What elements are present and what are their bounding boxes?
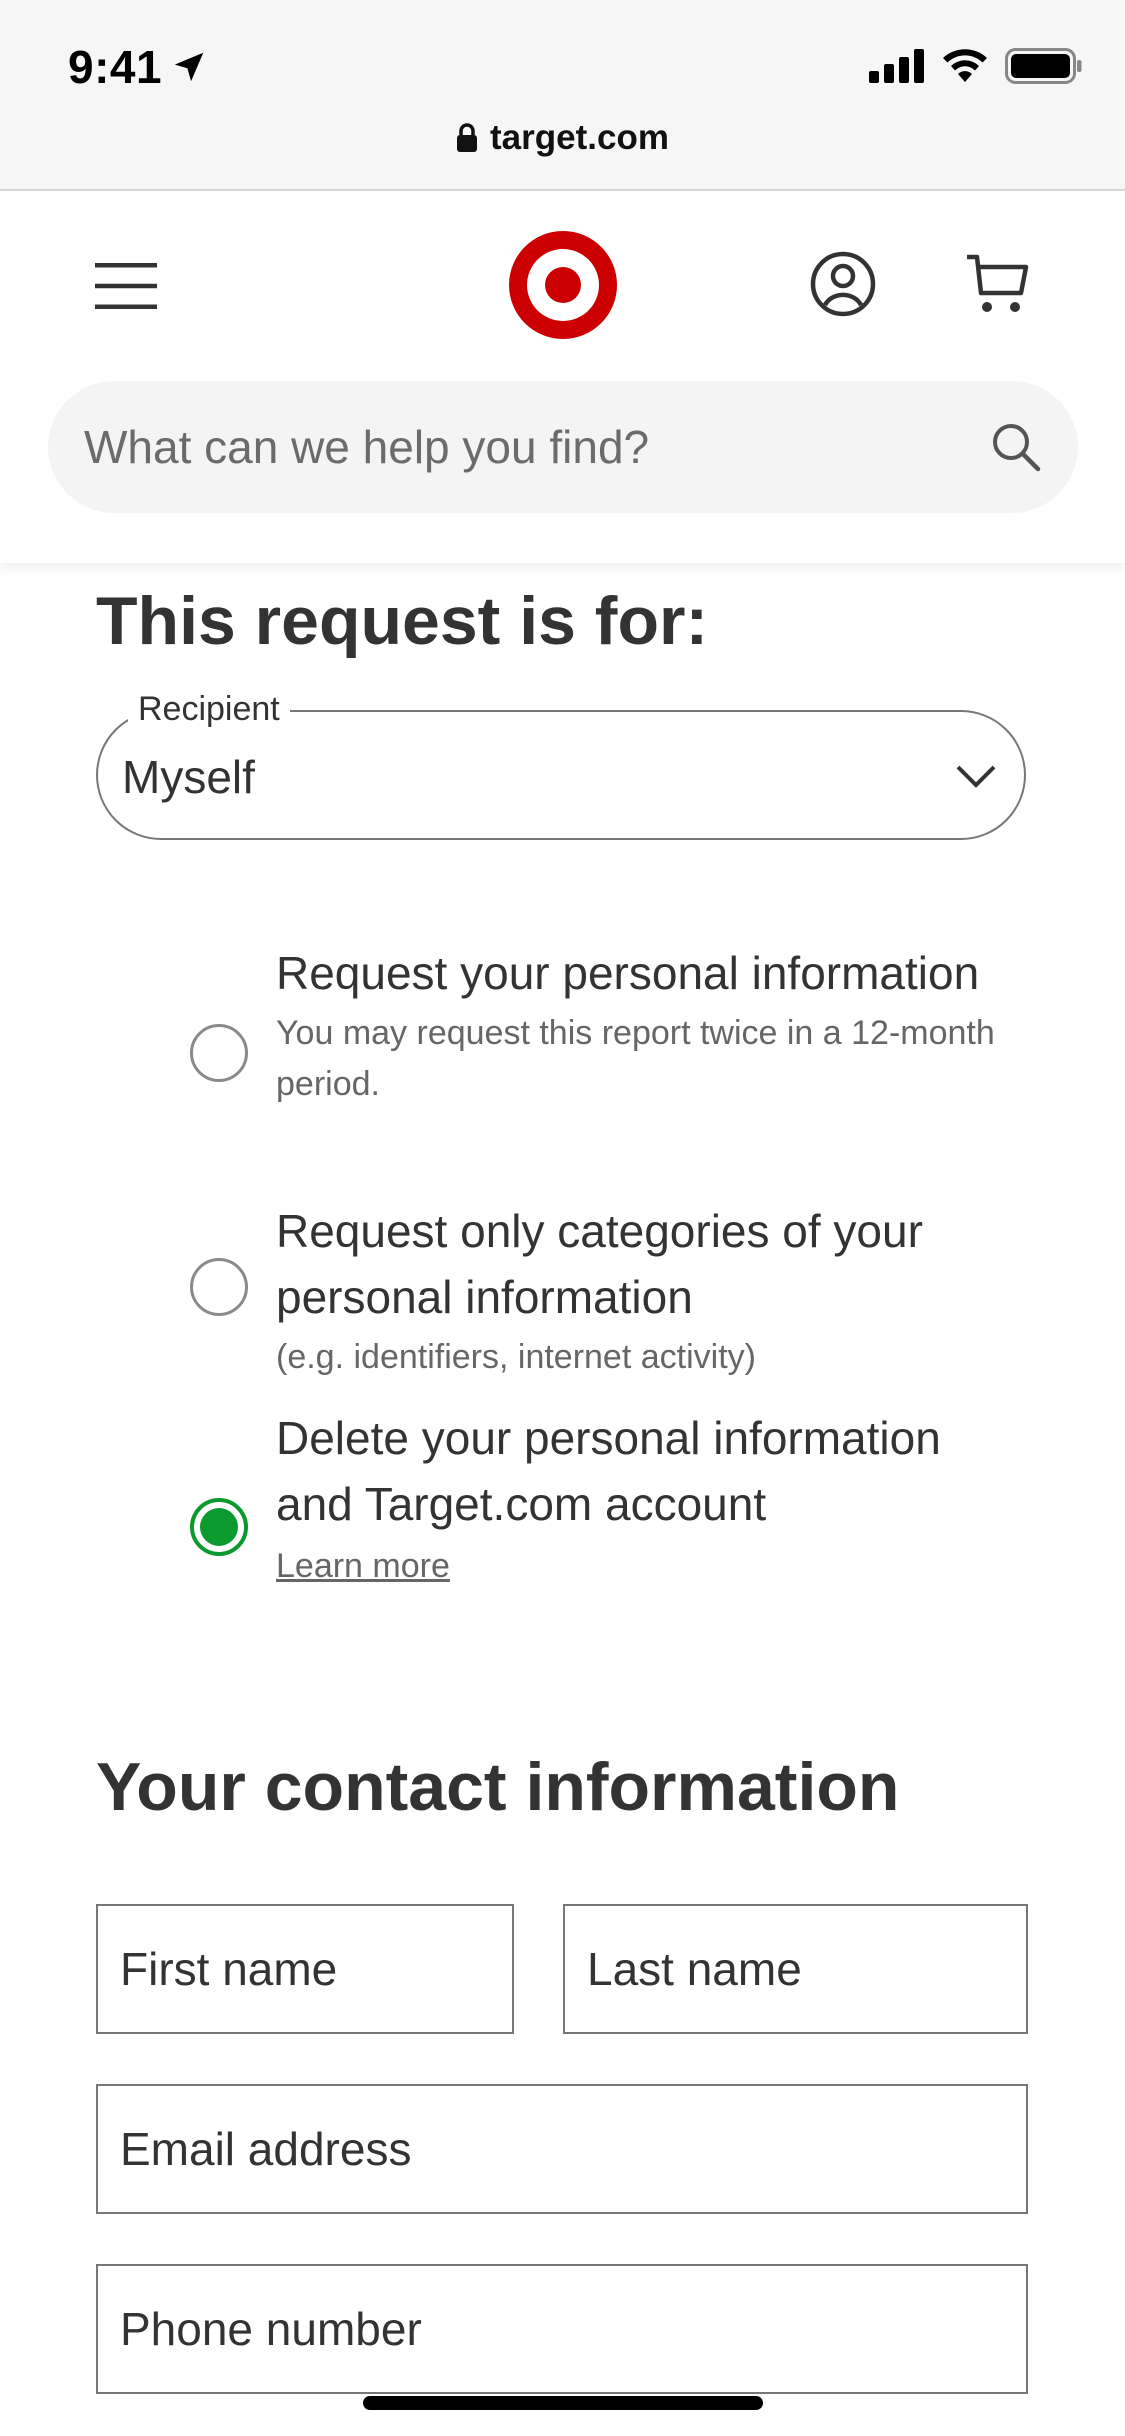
last-name-input[interactable] xyxy=(587,1906,1004,2032)
page-title: This request is for: xyxy=(96,583,709,659)
status-icons xyxy=(869,48,1083,84)
radio-option-title: Request your personal information xyxy=(276,947,980,999)
search-bar xyxy=(48,381,1078,513)
radio-option-title: Delete your personal information and Tar… xyxy=(276,1412,941,1530)
phone-field[interactable] xyxy=(96,2264,1028,2394)
first-name-input[interactable] xyxy=(120,1906,490,2032)
contact-section-title: Your contact information xyxy=(96,1749,900,1825)
recipient-label: Recipient xyxy=(128,690,290,729)
url-text: target.com xyxy=(490,118,669,157)
browser-top-bar: 9:41 target.com xyxy=(0,0,1125,191)
chevron-down-icon xyxy=(956,765,996,788)
battery-icon xyxy=(1005,48,1082,84)
lock-icon xyxy=(457,123,478,152)
radio-button[interactable] xyxy=(190,1258,248,1316)
email-field[interactable] xyxy=(96,2084,1028,2214)
site-header xyxy=(0,191,1125,563)
wifi-icon xyxy=(943,49,987,82)
radio-option-text: Delete your personal information and Tar… xyxy=(276,1405,996,1592)
last-name-field[interactable] xyxy=(563,1904,1028,2034)
recipient-value: Myself xyxy=(122,751,255,803)
recipient-select[interactable]: Recipient Myself xyxy=(96,690,1026,840)
radio-button-selected[interactable] xyxy=(190,1498,248,1556)
location-arrow-icon xyxy=(174,52,204,82)
radio-option-description: You may request this report twice in a 1… xyxy=(276,1014,995,1103)
target-logo-icon[interactable] xyxy=(509,231,617,339)
time-text: 9:41 xyxy=(68,41,163,93)
radio-option-text: Request your personal information You ma… xyxy=(276,940,996,1110)
account-icon[interactable] xyxy=(810,251,876,317)
learn-more-link[interactable]: Learn more xyxy=(276,1541,450,1592)
email-input[interactable] xyxy=(120,2086,1004,2212)
radio-button[interactable] xyxy=(190,1024,248,1082)
cellular-signal-icon xyxy=(869,49,924,83)
status-bar-time: 9:41 xyxy=(68,40,208,94)
radio-option-text: Request only categories of your personal… xyxy=(276,1198,996,1383)
radio-option-description: (e.g. identifiers, internet activity) xyxy=(276,1338,756,1376)
hamburger-menu-icon[interactable] xyxy=(95,261,157,311)
address-bar[interactable]: target.com xyxy=(0,118,1125,158)
cart-icon[interactable] xyxy=(965,251,1029,317)
search-icon[interactable] xyxy=(990,421,1042,473)
search-input[interactable] xyxy=(84,381,964,513)
phone-input[interactable] xyxy=(120,2266,1004,2392)
first-name-field[interactable] xyxy=(96,1904,514,2034)
home-indicator xyxy=(363,2396,763,2410)
radio-option-title: Request only categories of your personal… xyxy=(276,1205,923,1323)
